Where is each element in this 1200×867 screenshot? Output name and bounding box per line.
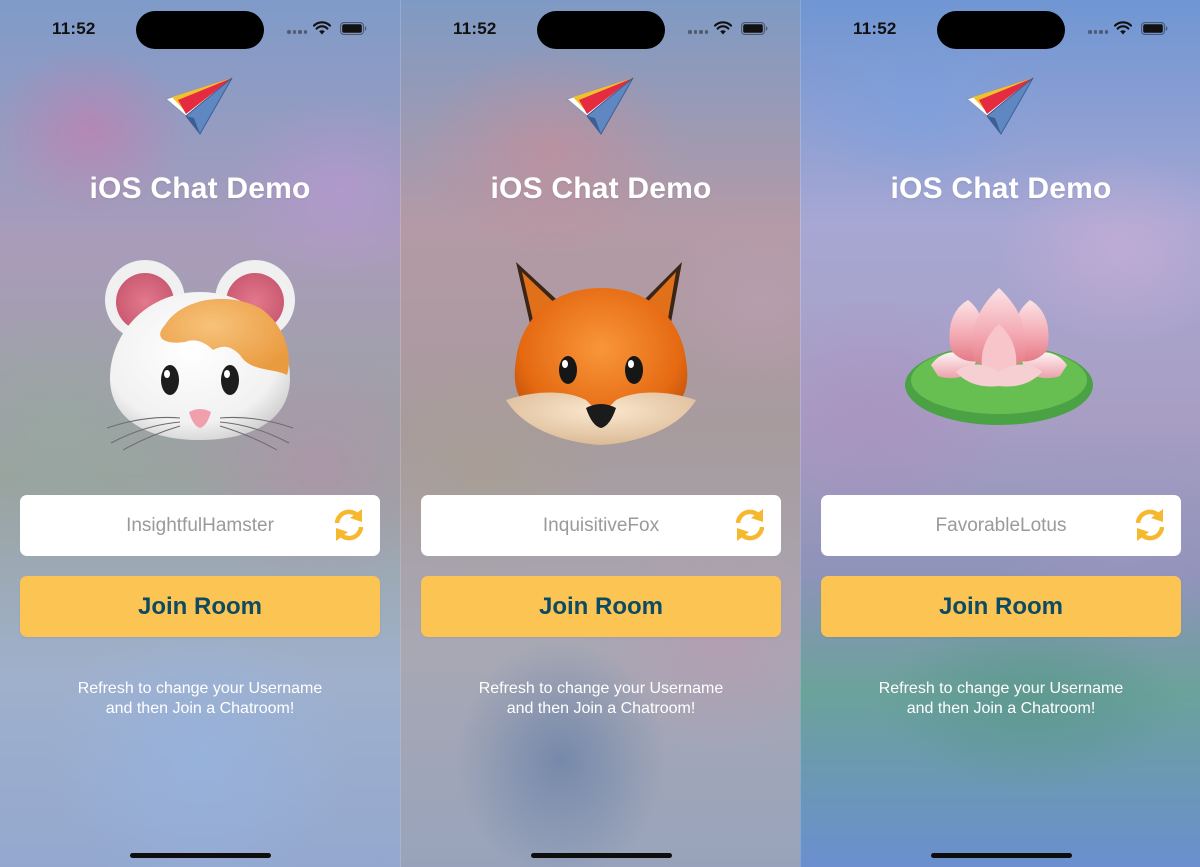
- username-text: InquisitiveFox: [542, 515, 660, 536]
- hint-line-2: and then Join a Chatroom!: [105, 700, 295, 717]
- lotus-icon: [905, 288, 1093, 425]
- hint-text: Refresh to change your Username and then…: [0, 679, 400, 719]
- cellular-signal-icon: [688, 30, 708, 34]
- username-field[interactable]: InquisitiveFox: [421, 495, 781, 556]
- paper-plane-logo-icon: [965, 77, 1034, 135]
- cellular-signal-icon: [287, 30, 307, 34]
- fox-face-icon: [506, 262, 696, 445]
- hamster-face-icon: [105, 260, 295, 451]
- wifi-icon: [1114, 21, 1132, 35]
- dynamic-island: [537, 11, 665, 49]
- username-text: InsightfulHamster: [126, 515, 274, 536]
- hint-line-2: and then Join a Chatroom!: [906, 700, 1096, 717]
- paper-plane-logo-icon: [565, 77, 634, 135]
- app-title: iOS Chat Demo: [490, 172, 712, 205]
- paper-plane-logo-icon: [164, 77, 233, 135]
- status-bar: 11:52: [801, 0, 1200, 60]
- wifi-icon: [313, 21, 331, 35]
- status-time: 11:52: [453, 19, 497, 38]
- username-field[interactable]: FavorableLotus: [821, 495, 1181, 556]
- cellular-signal-icon: [1088, 30, 1108, 34]
- app-title: iOS Chat Demo: [89, 172, 311, 205]
- hint-line-1: Refresh to change your Username: [77, 680, 323, 697]
- join-room-button[interactable]: Join Room: [821, 576, 1181, 637]
- hint-text: Refresh to change your Username and then…: [401, 679, 800, 719]
- refresh-icon[interactable]: [1132, 507, 1168, 543]
- home-indicator[interactable]: [531, 853, 672, 858]
- hint-line-2: and then Join a Chatroom!: [506, 700, 696, 717]
- status-bar: 11:52: [401, 0, 800, 60]
- status-bar: 11:52: [0, 0, 400, 60]
- battery-icon: [1141, 22, 1168, 35]
- status-time: 11:52: [853, 19, 897, 38]
- hint-line-1: Refresh to change your Username: [878, 680, 1124, 697]
- home-indicator[interactable]: [931, 853, 1072, 858]
- status-time: 11:52: [52, 19, 96, 38]
- hint-text: Refresh to change your Username and then…: [801, 679, 1200, 719]
- join-room-button[interactable]: Join Room: [20, 576, 380, 637]
- battery-icon: [741, 22, 768, 35]
- home-indicator[interactable]: [130, 853, 271, 858]
- app-title: iOS Chat Demo: [890, 172, 1112, 205]
- dynamic-island: [136, 11, 264, 49]
- username-text: FavorableLotus: [935, 515, 1067, 536]
- dynamic-island: [937, 11, 1065, 49]
- refresh-icon[interactable]: [732, 507, 768, 543]
- wifi-icon: [714, 21, 732, 35]
- hint-line-1: Refresh to change your Username: [478, 680, 724, 697]
- battery-icon: [340, 22, 367, 35]
- phone-screen-lotus: 11:52 iOS Chat Demo FavorableLotus Join …: [800, 0, 1200, 867]
- phone-screen-hamster: 11:52 iOS Chat Demo InsightfulHamster Jo…: [0, 0, 400, 867]
- join-room-button[interactable]: Join Room: [421, 576, 781, 637]
- username-field[interactable]: InsightfulHamster: [20, 495, 380, 556]
- phone-screen-fox: 11:52 iOS Chat Demo InquisitiveFox Join …: [400, 0, 800, 867]
- screens-row: 11:52 iOS Chat Demo InsightfulHamster Jo…: [0, 0, 1200, 867]
- refresh-icon[interactable]: [331, 507, 367, 543]
